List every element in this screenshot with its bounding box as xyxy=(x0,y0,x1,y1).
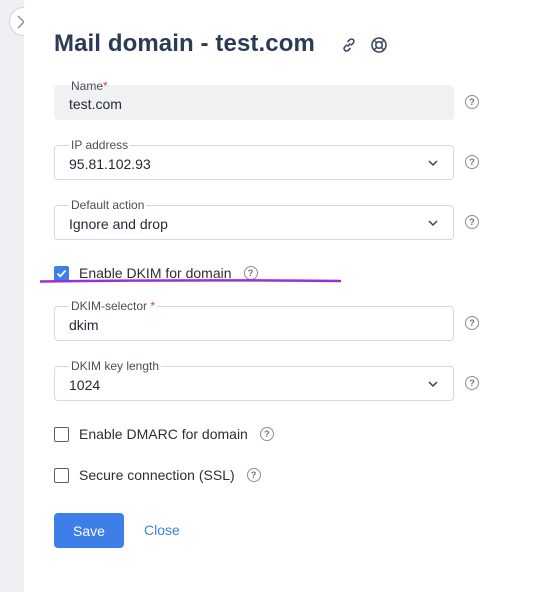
help-icon[interactable]: ? xyxy=(465,316,479,330)
default-action-label: Default action xyxy=(69,198,147,212)
chevron-down-icon xyxy=(428,160,438,167)
secure-connection-label: Secure connection (SSL) xyxy=(79,467,235,483)
dkim-selector-label: DKIM-selector * xyxy=(69,299,158,313)
link-icon[interactable] xyxy=(340,36,358,54)
dkim-selector-input[interactable]: DKIM-selector * dkim xyxy=(54,299,454,341)
dkim-selector-value: dkim xyxy=(69,317,99,333)
ip-address-value: 95.81.102.93 xyxy=(69,156,151,172)
mail-domain-panel: Mail domain - test.com Name* test.com ? … xyxy=(24,0,547,592)
enable-dmarc-checkbox[interactable] xyxy=(54,426,69,442)
ip-address-label: IP address xyxy=(69,138,131,152)
help-icon[interactable]: ? xyxy=(259,427,274,441)
dkim-key-length-label: DKIM key length xyxy=(69,359,162,373)
save-button[interactable]: Save xyxy=(54,513,124,548)
help-icon[interactable]: ? xyxy=(246,468,261,482)
name-value: test.com xyxy=(69,96,122,112)
help-icon[interactable]: ? xyxy=(465,215,479,229)
default-action-select[interactable]: Default action Ignore and drop xyxy=(54,198,454,240)
chevron-down-icon xyxy=(428,381,438,388)
close-button[interactable]: Close xyxy=(144,522,180,538)
enable-dmarc-row: Enable DMARC for domain ? xyxy=(54,426,274,442)
secure-connection-checkbox[interactable] xyxy=(54,467,69,483)
enable-dmarc-label: Enable DMARC for domain xyxy=(79,426,248,442)
left-backdrop xyxy=(0,0,24,592)
dkim-key-length-select[interactable]: DKIM key length 1024 xyxy=(54,359,454,401)
chevron-down-icon xyxy=(428,220,438,227)
highlight-underline xyxy=(40,279,341,283)
dkim-key-length-value: 1024 xyxy=(69,377,101,393)
help-icon[interactable]: ? xyxy=(465,155,479,169)
page-title: Mail domain - test.com xyxy=(54,30,315,57)
default-action-value: Ignore and drop xyxy=(69,216,168,232)
secure-connection-row: Secure connection (SSL) ? xyxy=(54,467,261,483)
ip-address-select[interactable]: IP address 95.81.102.93 xyxy=(54,138,454,180)
help-icon[interactable]: ? xyxy=(465,95,479,109)
help-icon[interactable]: ? xyxy=(465,376,479,390)
help-icon[interactable]: ? xyxy=(243,266,258,280)
lifebuoy-icon[interactable] xyxy=(370,36,388,54)
name-label: Name* xyxy=(71,79,108,93)
name-field: Name* test.com xyxy=(54,79,454,120)
checkmark-icon xyxy=(56,269,67,278)
